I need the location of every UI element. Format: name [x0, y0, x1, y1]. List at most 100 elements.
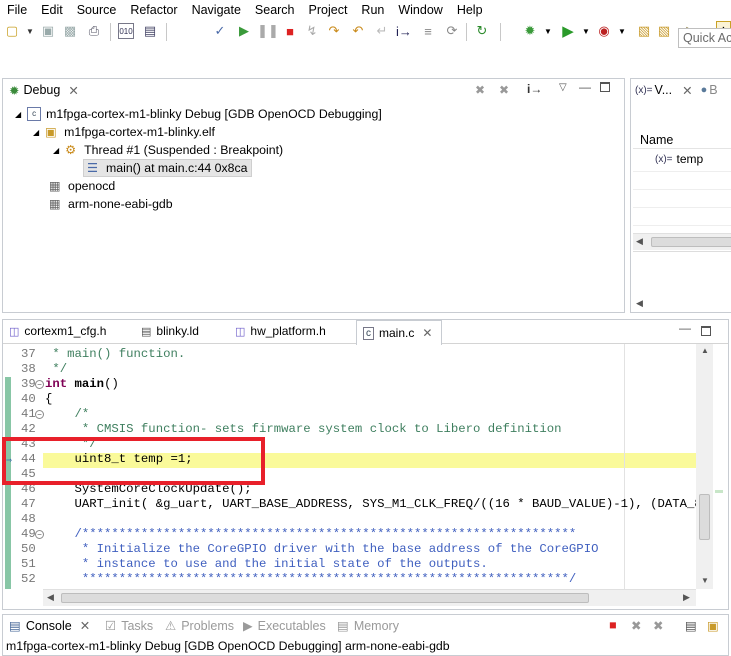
- view-menu-icon[interactable]: ▽: [559, 82, 567, 93]
- fold-toggle[interactable]: −: [35, 410, 44, 419]
- external-tools-dropdown-icon[interactable]: ▼: [614, 23, 630, 39]
- tab-blinky-ld[interactable]: ▤ blinky.ld: [141, 324, 199, 338]
- expand-icon[interactable]: ◢: [33, 128, 39, 137]
- expand-icon[interactable]: ◢: [53, 146, 59, 155]
- print-icon[interactable]: ⎙: [86, 23, 102, 39]
- code-line[interactable]: ****************************************…: [45, 572, 576, 586]
- instruction-step-icon[interactable]: i→: [396, 23, 412, 39]
- new-icon[interactable]: ▢: [4, 23, 20, 39]
- process-node-openocd[interactable]: ▦ openocd: [49, 177, 115, 195]
- variable-row[interactable]: (x)= temp: [655, 152, 703, 166]
- menu-project[interactable]: Project: [302, 3, 355, 17]
- external-tools-icon[interactable]: ◉: [596, 23, 612, 39]
- step-return-icon[interactable]: ↵: [374, 23, 390, 39]
- minimize-icon[interactable]: —: [579, 80, 591, 94]
- close-icon[interactable]: ✕: [80, 618, 90, 633]
- terminate-icon[interactable]: ■: [609, 618, 617, 632]
- run-icon[interactable]: ▶: [560, 23, 576, 40]
- scrollbar-thumb[interactable]: [651, 237, 731, 247]
- fold-toggle[interactable]: −: [35, 530, 44, 539]
- run-dropdown-icon[interactable]: ▼: [578, 23, 594, 39]
- scrollbar-thumb[interactable]: [699, 494, 710, 540]
- menu-search[interactable]: Search: [248, 3, 302, 17]
- executables-tab[interactable]: ▶ Executables: [243, 618, 326, 634]
- horizontal-scrollbar[interactable]: ◀ ▶: [43, 589, 696, 606]
- code-line[interactable]: int main(): [45, 377, 119, 391]
- console-tab[interactable]: ▤ Console ✕: [9, 618, 90, 634]
- fold-toggle[interactable]: −: [35, 380, 44, 389]
- code-line[interactable]: {: [45, 392, 52, 406]
- code-line[interactable]: UART_init( &g_uart, UART_BASE_ADDRESS, S…: [45, 497, 710, 511]
- close-icon[interactable]: ✕: [68, 83, 78, 98]
- scroll-left-icon[interactable]: ◀: [47, 592, 54, 603]
- suspend-icon[interactable]: ❚❚: [257, 23, 279, 39]
- save-all-icon[interactable]: ▩: [62, 23, 78, 39]
- problems-tab[interactable]: ⚠ Problems: [165, 618, 234, 634]
- horizontal-scrollbar[interactable]: ◀: [633, 233, 731, 250]
- scroll-left-icon[interactable]: ◀: [636, 298, 643, 309]
- scroll-left-icon[interactable]: ◀: [636, 236, 643, 247]
- instruction-stepping-icon[interactable]: i→: [527, 82, 542, 96]
- debug-bug-icon[interactable]: ✹: [522, 23, 538, 39]
- menu-run[interactable]: Run: [354, 3, 391, 17]
- scroll-right-icon[interactable]: ▶: [683, 592, 690, 603]
- remove-all-terminated-icon[interactable]: ✖: [499, 83, 509, 97]
- tasks-tab[interactable]: ☑ Tasks: [105, 618, 153, 634]
- variables-tab[interactable]: (x)= V... ✕: [635, 83, 693, 98]
- scroll-up-icon[interactable]: ▲: [701, 346, 709, 355]
- folder-icon[interactable]: ▧: [656, 23, 672, 39]
- clear-console-icon[interactable]: ▤: [685, 618, 697, 633]
- vertical-scrollbar[interactable]: ▲ ▼: [696, 344, 713, 589]
- terminate-icon[interactable]: ■: [282, 23, 298, 39]
- minimize-icon[interactable]: —: [679, 321, 691, 335]
- use-step-filters-icon[interactable]: ≡: [420, 23, 436, 39]
- scrollbar-thumb[interactable]: [61, 593, 589, 603]
- tab-main-c[interactable]: c main.c ✕: [356, 320, 442, 345]
- close-icon[interactable]: ✕: [682, 83, 692, 98]
- tab-cortexm1-cfg[interactable]: ◫ cortexm1_cfg.h: [9, 324, 106, 338]
- code-line[interactable]: /*: [45, 407, 90, 421]
- save-icon[interactable]: ▣: [40, 23, 56, 39]
- resume-icon[interactable]: ▶: [236, 23, 252, 39]
- step-over-icon[interactable]: ↶: [350, 23, 366, 39]
- menu-refactor[interactable]: Refactor: [123, 3, 184, 17]
- reset-icon[interactable]: ↻: [474, 23, 490, 39]
- remove-launch-icon[interactable]: ✖: [631, 618, 641, 633]
- code-line[interactable]: * CMSIS function- sets firmware system c…: [45, 422, 562, 436]
- scroll-lock-icon[interactable]: ▣: [707, 618, 719, 633]
- breakpoints-tab[interactable]: ● B: [701, 83, 718, 97]
- menu-edit[interactable]: Edit: [34, 3, 70, 17]
- process-node-gdb[interactable]: ▦ arm-none-eabi-gdb: [49, 195, 173, 213]
- restart-icon[interactable]: ⟳: [444, 23, 460, 39]
- monitor-icon[interactable]: ▤: [142, 23, 158, 39]
- scroll-down-icon[interactable]: ▼: [701, 576, 709, 585]
- stack-frame-node[interactable]: ☰ main() at main.c:44 0x8ca: [83, 159, 253, 177]
- code-line[interactable]: */: [45, 362, 67, 376]
- connect-icon[interactable]: ✓: [212, 23, 228, 39]
- quick-access-input[interactable]: Quick Ac: [678, 28, 731, 48]
- debug-tab[interactable]: ✹ Debug ✕: [3, 79, 87, 101]
- menu-navigate[interactable]: Navigate: [185, 3, 248, 17]
- disconnect-icon[interactable]: ↯: [304, 23, 320, 39]
- expand-icon[interactable]: ◢: [15, 110, 21, 119]
- remove-terminated-icon[interactable]: ✖: [475, 83, 485, 97]
- elf-node[interactable]: ◢ ▣ m1fpga-cortex-m1-blinky.elf: [33, 123, 215, 141]
- binary-icon[interactable]: 010: [118, 23, 134, 39]
- menu-source[interactable]: Source: [70, 3, 124, 17]
- debug-dropdown-icon[interactable]: ▼: [540, 23, 556, 39]
- code-line[interactable]: * instance to use and the initial state …: [45, 557, 488, 571]
- menu-file[interactable]: File: [0, 3, 34, 17]
- code-line[interactable]: * Initialize the CoreGPIO driver with th…: [45, 542, 599, 556]
- menu-help[interactable]: Help: [450, 3, 490, 17]
- code-line[interactable]: /***************************************…: [45, 527, 577, 541]
- step-into-icon[interactable]: ↷: [326, 23, 342, 39]
- thread-node[interactable]: ◢ ⚙ Thread #1 (Suspended : Breakpoint): [53, 141, 283, 159]
- maximize-icon[interactable]: [600, 82, 610, 92]
- memory-tab[interactable]: ▤ Memory: [337, 618, 399, 634]
- open-folder-icon[interactable]: ▧: [636, 23, 652, 39]
- launch-node[interactable]: ◢ c m1fpga-cortex-m1-blinky Debug [GDB O…: [15, 105, 382, 123]
- remove-all-icon[interactable]: ✖: [653, 618, 663, 633]
- dropdown-arrow-icon[interactable]: ▼: [22, 23, 38, 39]
- close-icon[interactable]: ✕: [422, 326, 432, 340]
- tab-hw-platform[interactable]: ◫ hw_platform.h: [235, 324, 326, 338]
